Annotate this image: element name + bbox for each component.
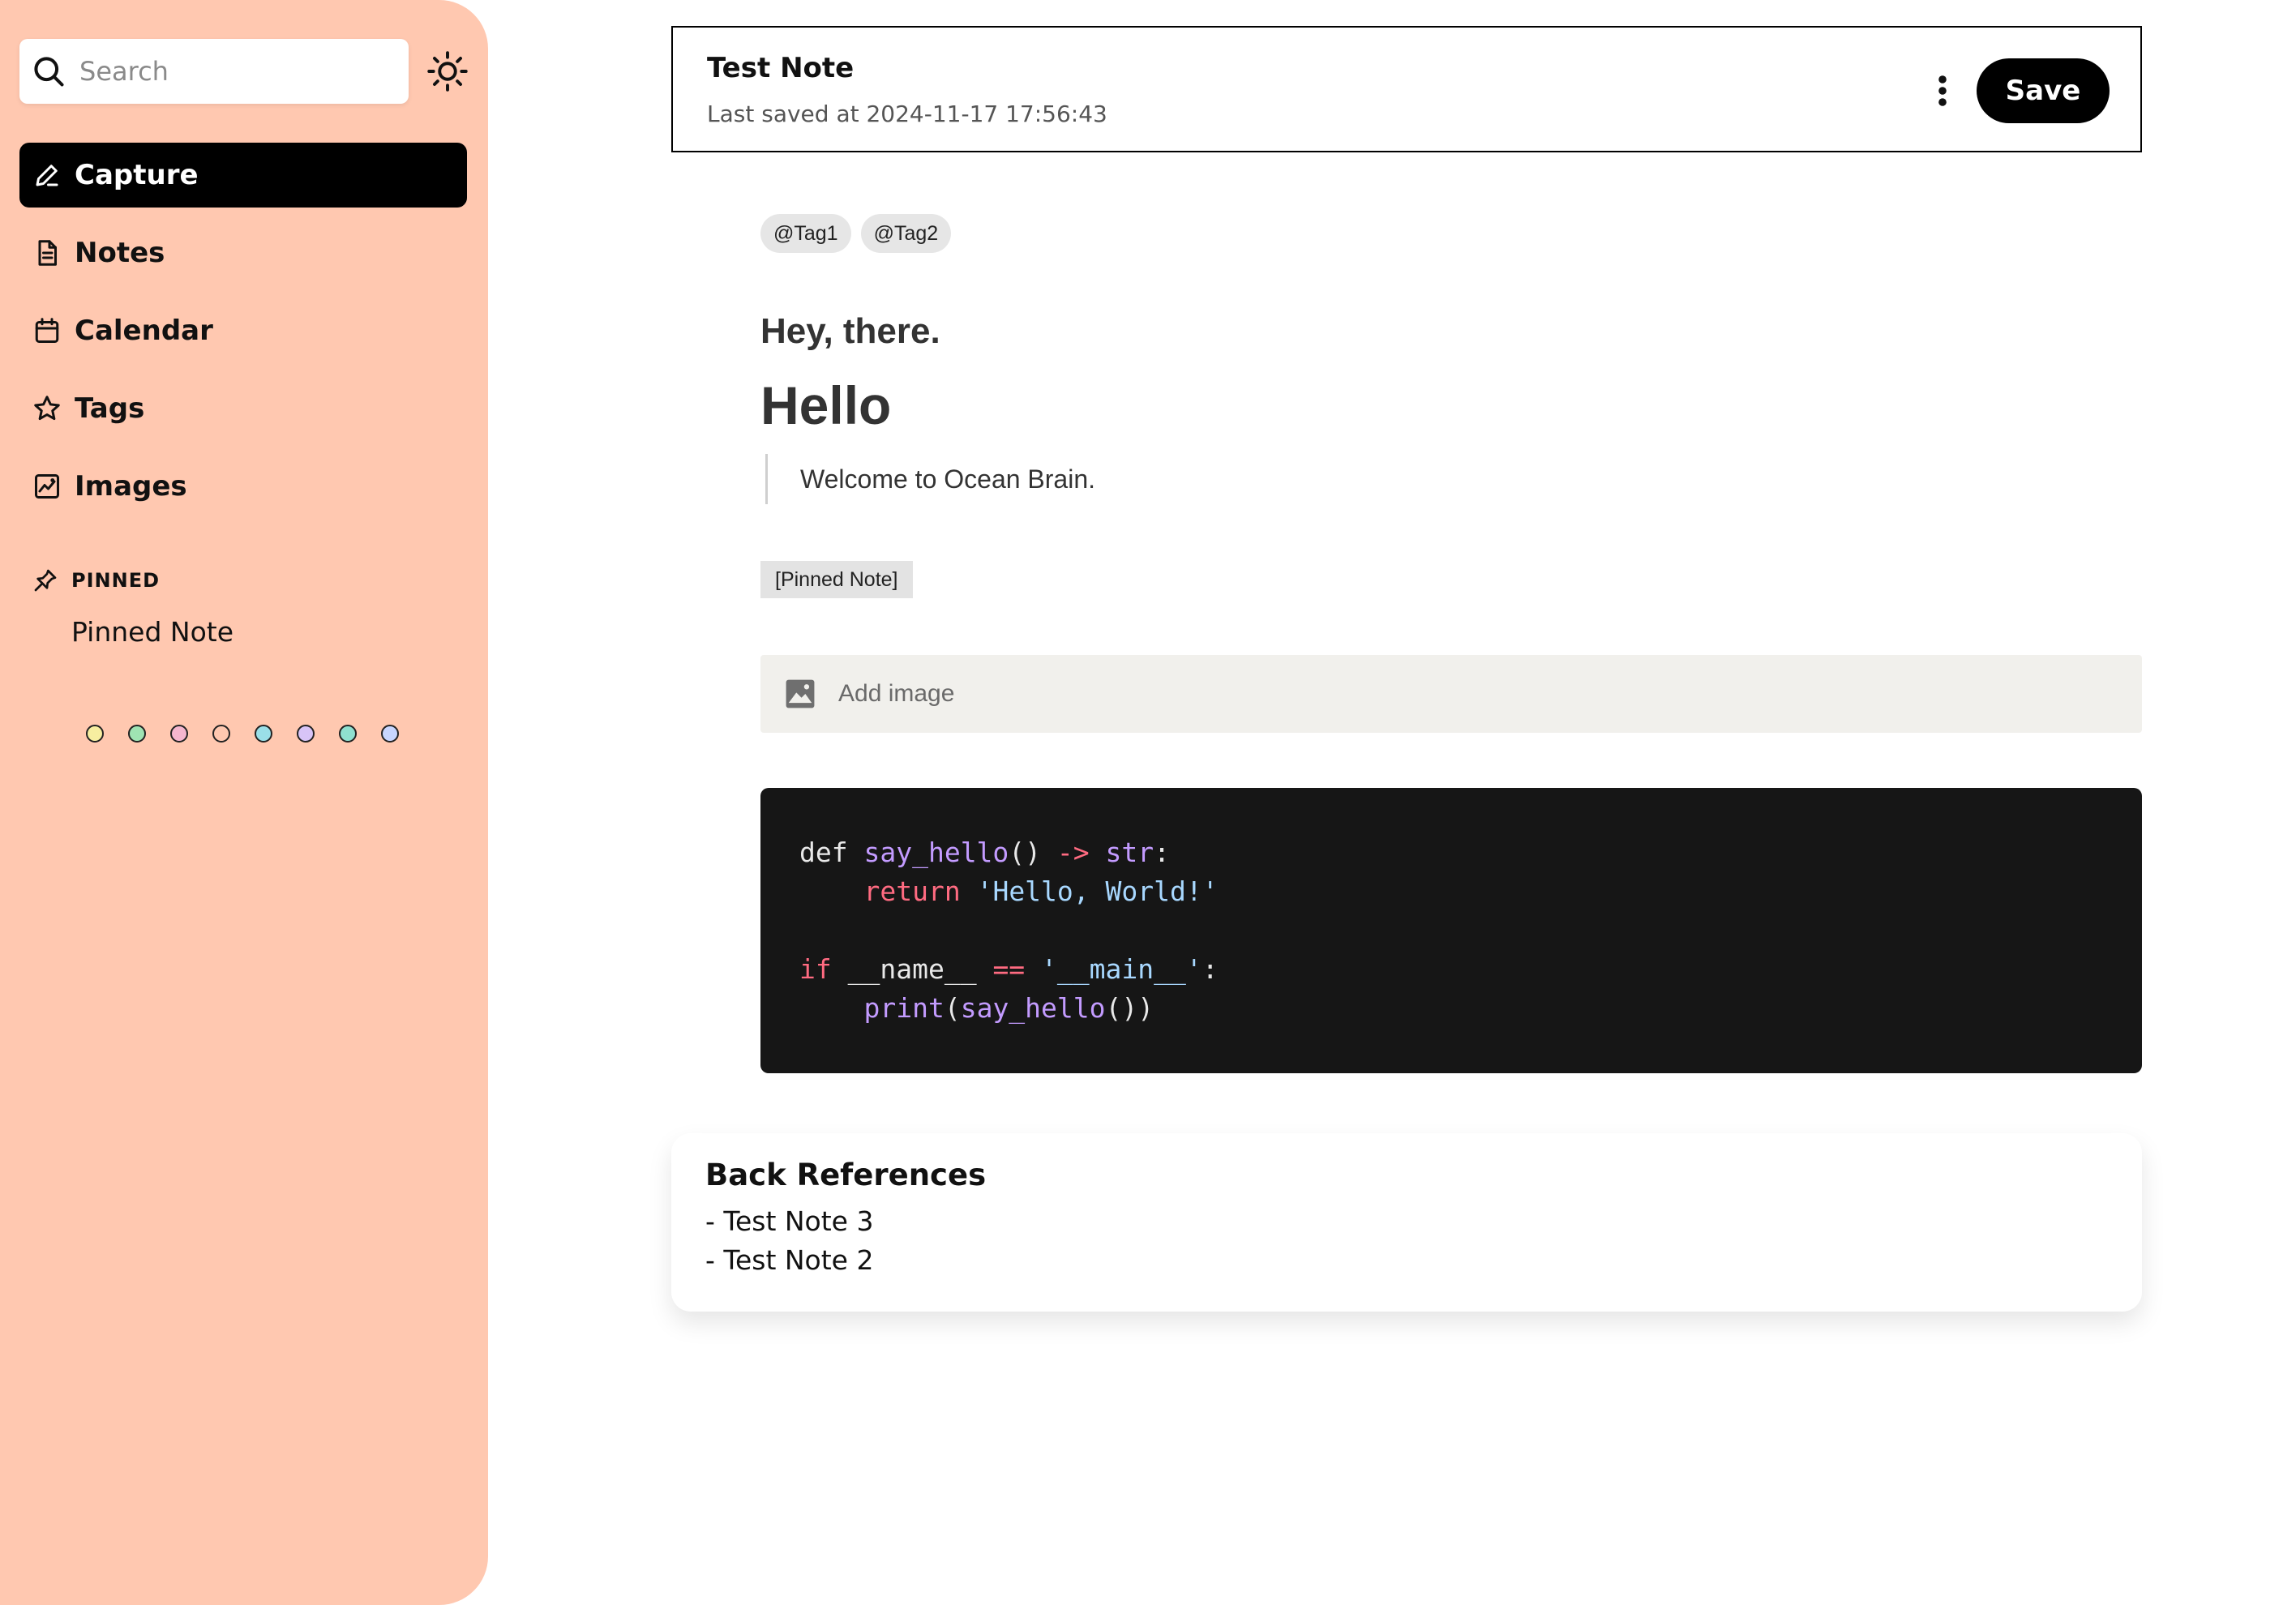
code-token: if: [799, 953, 832, 985]
blockquote-text: Welcome to Ocean Brain.: [800, 464, 1096, 494]
pinned-note-reference[interactable]: [Pinned Note]: [760, 561, 913, 598]
code-token: __name__: [831, 953, 993, 985]
sidebar-item-notes[interactable]: Notes: [19, 220, 467, 285]
more-vertical-icon: [1938, 75, 1947, 106]
search-box[interactable]: [19, 39, 409, 104]
more-options-button[interactable]: [1926, 68, 1959, 113]
app-window: Capture Notes: [0, 0, 2296, 1605]
note-title: Test Note: [707, 52, 855, 84]
back-references-title: Back References: [705, 1158, 987, 1192]
sidebar-item-label: Images: [75, 470, 187, 503]
note-header: Test Note Last saved at 2024-11-17 17:56…: [671, 26, 2142, 152]
add-image-button[interactable]: Add image: [760, 655, 2142, 733]
code-line: return 'Hello, World!': [799, 872, 2142, 911]
color-dot[interactable]: [297, 725, 315, 743]
code-token: def: [799, 837, 864, 868]
color-dot[interactable]: [128, 725, 146, 743]
theme-toggle[interactable]: [426, 50, 469, 92]
pin-icon: [32, 567, 58, 593]
sidebar-item-label: Calendar: [75, 315, 213, 347]
code-token: ->: [1056, 837, 1090, 868]
color-dot[interactable]: [212, 725, 230, 743]
tag-chip[interactable]: @Tag2: [860, 214, 952, 253]
color-dot[interactable]: [170, 725, 188, 743]
sidebar-item-label: Notes: [75, 237, 165, 269]
pinned-note-link[interactable]: Pinned Note: [71, 616, 233, 648]
code-block[interactable]: def say_hello() -> str: return 'Hello, W…: [760, 788, 2142, 1073]
search-icon: [34, 57, 64, 87]
document-icon: [32, 238, 62, 268]
code-token: str: [1105, 837, 1154, 868]
editor-subheading[interactable]: Hey, there.: [760, 311, 940, 352]
sidebar-item-calendar[interactable]: Calendar: [19, 298, 467, 363]
editor-blockquote[interactable]: Welcome to Ocean Brain.: [765, 454, 1095, 504]
add-image-label: Add image: [838, 680, 955, 707]
tag-list: @Tag1 @Tag2: [760, 214, 952, 253]
code-token: 'Hello, World!': [976, 875, 1219, 907]
sidebar: Capture Notes: [0, 0, 488, 1605]
code-token: ==: [992, 953, 1026, 985]
tag-chip[interactable]: @Tag1: [760, 214, 851, 253]
code-token: print: [863, 992, 945, 1024]
code-token: :: [1154, 837, 1171, 868]
sidebar-item-images[interactable]: Images: [19, 454, 467, 519]
color-dot[interactable]: [381, 725, 399, 743]
sun-icon: [427, 51, 468, 92]
color-dot[interactable]: [255, 725, 272, 743]
code-token: (: [944, 992, 961, 1024]
image-icon: [32, 472, 62, 501]
color-dots: [86, 725, 399, 743]
code-line: print(say_hello()): [799, 989, 2142, 1028]
code-token: (): [1009, 837, 1057, 868]
pinned-section-header: PINNED: [32, 567, 160, 593]
color-dot[interactable]: [86, 725, 104, 743]
code-token: say_hello: [960, 992, 1106, 1024]
code-token: return: [863, 875, 961, 907]
code-line: if __name__ == '__main__':: [799, 950, 2142, 989]
code-token: ()): [1105, 992, 1154, 1024]
save-button[interactable]: Save: [1977, 58, 2110, 123]
calendar-icon: [32, 316, 62, 345]
code-line: def say_hello() -> str:: [799, 833, 2142, 872]
sidebar-item-label: Capture: [75, 159, 199, 191]
search-input[interactable]: [79, 56, 388, 87]
image-placeholder-icon: [786, 679, 815, 708]
sidebar-nav: Capture Notes Calendar Tags Images: [19, 143, 467, 532]
sidebar-item-capture[interactable]: Capture: [19, 143, 467, 208]
back-reference-link[interactable]: - Test Note 3: [705, 1202, 2142, 1241]
star-icon: [32, 394, 62, 423]
code-token: '__main__': [1041, 953, 1202, 985]
back-references-panel: Back References - Test Note 3 - Test Not…: [671, 1133, 2142, 1312]
sidebar-item-label: Tags: [75, 392, 145, 425]
color-dot[interactable]: [339, 725, 357, 743]
pinned-header-label: PINNED: [71, 569, 161, 592]
code-token: :: [1202, 953, 1219, 985]
back-reference-link[interactable]: - Test Note 2: [705, 1241, 2142, 1280]
last-saved-timestamp: Last saved at 2024-11-17 17:56:43: [707, 101, 1107, 127]
editor-heading[interactable]: Hello: [760, 374, 891, 436]
pencil-icon: [32, 160, 62, 190]
code-token: say_hello: [863, 837, 1009, 868]
sidebar-item-tags[interactable]: Tags: [19, 376, 467, 441]
